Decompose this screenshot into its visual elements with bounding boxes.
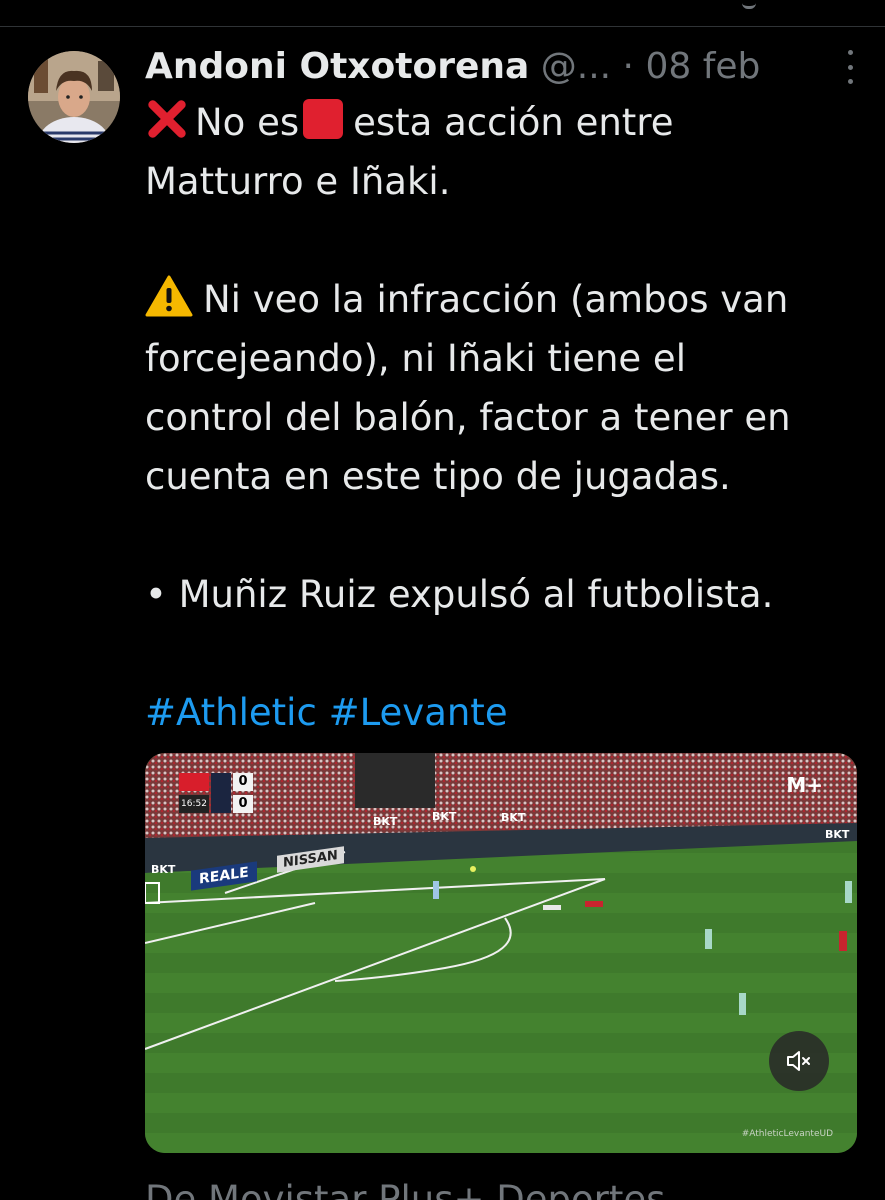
home-score: 0 — [233, 773, 253, 791]
match-clock: 16:52 — [179, 795, 209, 813]
ad-board: BKT — [501, 811, 526, 824]
tweet-para-3: • Muñiz Ruiz expulsó al futbolista. — [145, 573, 774, 616]
hashtag-athletic[interactable]: #Athletic — [145, 691, 317, 734]
red-square-icon — [303, 99, 344, 139]
tweet-para-2-line-3: control del balón, factor a tener en — [145, 396, 791, 439]
header-separator: · — [622, 46, 634, 87]
tweet-para-2-text-1: Ni veo la infracción (ambos van — [203, 278, 789, 321]
tweet-header: Andoni Otxotorena @... · 08 feb — [145, 44, 865, 90]
divider — [0, 26, 885, 27]
broadcaster-logo: M+ — [786, 773, 823, 797]
tweet-line: No es esta acción entre — [145, 93, 860, 152]
source-attribution[interactable]: De Movistar Plus+ Deportes — [145, 1178, 665, 1200]
ad-board: BKT — [825, 828, 850, 841]
speaker-muted-icon — [787, 1051, 810, 1071]
team-crests-icon — [211, 773, 231, 813]
tweet-date[interactable]: 08 feb — [645, 46, 760, 87]
cross-mark-icon — [148, 100, 186, 138]
warning-icon — [145, 275, 193, 317]
ad-board: BKT — [373, 815, 398, 828]
league-logo-icon — [179, 773, 209, 791]
mute-button[interactable] — [769, 1031, 829, 1091]
tweet-line-1-start: No es — [195, 101, 300, 144]
avatar-image — [28, 51, 120, 143]
tweet-line-2: Matturro e Iñaki. — [145, 160, 451, 203]
hashtag-levante[interactable]: #Levante — [329, 691, 508, 734]
hashtag-list: #Athletic #Levante — [145, 683, 860, 742]
previous-tweet-action-remnant — [742, 0, 756, 9]
tweet-para-2-line-1: Ni veo la infracción (ambos van — [145, 270, 860, 329]
ad-board: BKT — [151, 863, 176, 876]
avatar[interactable] — [28, 51, 120, 143]
ad-board: BKT — [432, 810, 457, 823]
tweet-text: No es esta acción entre Matturro e Iñaki.… — [145, 93, 860, 742]
author-name[interactable]: Andoni Otxotorena — [145, 46, 529, 87]
tweet-para-2-line-4: cuenta en este tipo de jugadas. — [145, 455, 731, 498]
video-watermark: #AthleticLevanteUD — [741, 1129, 833, 1139]
tweet-screen: Andoni Otxotorena @... · 08 feb No es est… — [0, 0, 885, 1200]
away-score: 0 — [233, 795, 253, 813]
video-player[interactable]: 16:52 0 0 M+ BKT BKT BKT BKT BKT REALE N… — [145, 753, 857, 1153]
author-handle[interactable]: @... — [541, 46, 611, 87]
scoreboard: 16:52 0 0 — [179, 773, 259, 815]
tweet-para-2-line-2: forcejeando), ni Iñaki tiene el — [145, 337, 686, 380]
more-options-icon[interactable] — [835, 50, 865, 84]
tweet-line-1-end: esta acción entre — [353, 101, 674, 144]
